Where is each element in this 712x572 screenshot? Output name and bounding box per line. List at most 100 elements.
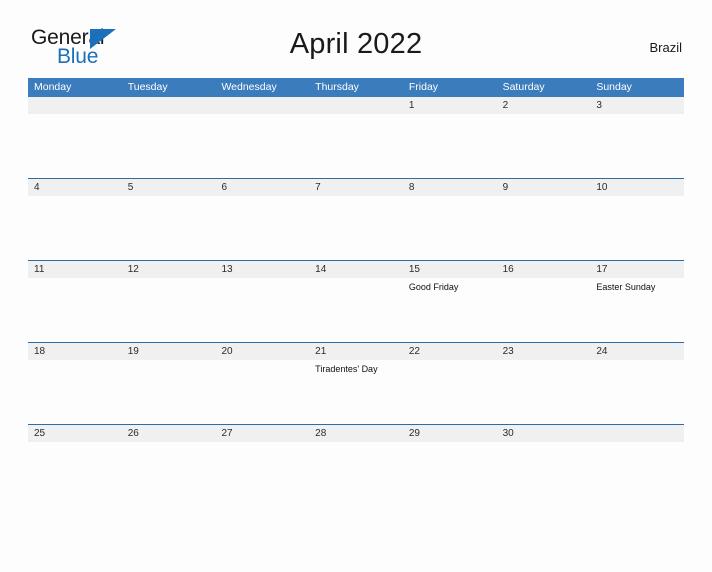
day-number-band: [590, 425, 685, 442]
day-number-band: [121, 97, 216, 114]
calendar-day-cell[interactable]: 16: [496, 261, 591, 342]
calendar-day-cell[interactable]: 21 Tiradentes' Day: [309, 343, 403, 424]
calendar-day-cell[interactable]: 26: [121, 425, 216, 506]
day-number: 27: [221, 428, 233, 439]
calendar-day-cell[interactable]: 11: [28, 261, 122, 342]
calendar-day-cell[interactable]: 9: [496, 179, 591, 260]
calendar-day-cell[interactable]: 3: [590, 97, 685, 178]
weekday-header-friday: Friday: [408, 81, 439, 93]
calendar-day-cell[interactable]: 17 Easter Sunday: [590, 261, 685, 342]
day-number: 24: [596, 346, 608, 357]
day-number-band: [28, 97, 122, 114]
calendar-day-cell[interactable]: 15 Good Friday: [402, 261, 497, 342]
day-number: 5: [127, 182, 134, 193]
weekday-header-tuesday: Tuesday: [127, 81, 168, 93]
day-event-label: Good Friday: [408, 282, 459, 292]
day-number: 3: [596, 100, 602, 111]
calendar-day-cell[interactable]: 22: [402, 343, 497, 424]
calendar-day-cell[interactable]: 8: [402, 179, 497, 260]
day-number: 13: [221, 264, 233, 275]
calendar-week: 4 5 6 7 8 9 10: [28, 178, 685, 260]
day-number: 1: [408, 100, 415, 111]
day-number-band: [496, 179, 591, 196]
day-number-band: [402, 97, 497, 114]
weekday-header-saturday: Saturday: [502, 81, 545, 93]
calendar-week: 18 19 20 21 Tiradentes' Day 22 23 24: [28, 342, 685, 424]
calendar-day-cell[interactable]: 24: [590, 343, 685, 424]
calendar-day-cell[interactable]: 30: [496, 425, 591, 506]
day-number-band: [309, 179, 403, 196]
day-number: 14: [315, 264, 327, 275]
calendar-day-cell[interactable]: 27: [215, 425, 310, 506]
week-row: 11 12 13 14 15 Good Friday 16 17 Easter Sunday: [28, 261, 685, 342]
day-number: 11: [34, 264, 45, 275]
calendar-day-cell[interactable]: 28: [309, 425, 403, 506]
day-number: 12: [127, 264, 139, 275]
weekday-header-thursday: Thursday: [315, 81, 359, 93]
calendar-day-cell-empty: [309, 97, 403, 178]
day-number-band: [496, 97, 591, 114]
week-row: 4 5 6 7 8 9 10: [28, 179, 685, 260]
calendar-day-cell[interactable]: 25: [28, 425, 122, 506]
week-row: 1 2 3: [28, 97, 685, 178]
day-number: 9: [502, 182, 509, 193]
calendar-day-cell[interactable]: 12: [121, 261, 216, 342]
day-number: 26: [127, 428, 139, 439]
calendar-day-cell[interactable]: 29: [402, 425, 497, 506]
day-number: 10: [596, 182, 608, 193]
weekday-header-row: Monday Tuesday Wednesday Thursday Friday Satu…: [28, 78, 684, 97]
day-number: 29: [408, 428, 420, 439]
day-number-band: [215, 97, 310, 114]
day-number: 16: [502, 264, 514, 275]
day-number-band: [402, 179, 497, 196]
day-number: 18: [34, 346, 46, 357]
calendar-day-cell[interactable]: 23: [496, 343, 591, 424]
day-number: 2: [502, 100, 509, 111]
calendar-day-cell[interactable]: 2: [496, 97, 591, 178]
calendar-day-cell[interactable]: 20: [215, 343, 310, 424]
calendar-week: 11 12 13 14 15 Good Friday 16 17 Easter Sunday: [28, 260, 685, 342]
calendar-day-cell[interactable]: 13: [215, 261, 310, 342]
calendar-day-cell[interactable]: 14: [309, 261, 403, 342]
calendar-day-cell[interactable]: 5: [121, 179, 216, 260]
calendar-day-cell-empty: [121, 97, 216, 178]
day-number: 23: [502, 346, 514, 357]
day-number-band: [28, 179, 122, 196]
calendar-page: General Blue April 2022 Brazil Monday Tue…: [0, 22, 712, 572]
day-number-band: [309, 97, 403, 114]
week-row: 18 19 20 21 Tiradentes' Day 22 23 24: [28, 343, 685, 424]
day-number: 22: [408, 346, 420, 357]
day-number: 30: [502, 428, 514, 439]
day-number: 17: [596, 264, 608, 275]
calendar-day-cell[interactable]: 7: [309, 179, 403, 260]
calendar-day-cell-empty: [215, 97, 310, 178]
day-number: 6: [221, 182, 227, 193]
calendar-weeks: 1 2 3 4 5 6 7 8 9 10 11 12 13 14 15 Good Friday 16 17 East…: [28, 97, 685, 506]
day-number: 15: [408, 264, 420, 275]
calendar-day-cell[interactable]: 4: [28, 179, 122, 260]
calendar-day-cell-empty: [28, 97, 122, 178]
day-number: 21: [315, 346, 327, 357]
calendar-week: 25 26 27 28 29 30: [28, 424, 685, 506]
day-number-band: [590, 97, 685, 114]
calendar-day-cell-empty: [590, 425, 685, 506]
calendar-day-cell[interactable]: 18: [28, 343, 122, 424]
week-row: 25 26 27 28 29 30: [28, 425, 685, 506]
country-label: Brazil: [649, 40, 682, 55]
calendar-week: 1 2 3: [28, 97, 685, 178]
weekday-header-monday: Monday: [34, 81, 72, 93]
calendar-day-cell[interactable]: 19: [121, 343, 216, 424]
day-number: 8: [408, 182, 415, 193]
day-number: 7: [315, 182, 321, 193]
day-number: 20: [221, 346, 233, 357]
day-number-band: [121, 179, 216, 196]
day-number-band: [215, 179, 310, 196]
weekday-header-sunday: Sunday: [596, 81, 632, 93]
day-event-label: Easter Sunday: [596, 282, 656, 292]
day-number: 25: [34, 428, 46, 439]
calendar-day-cell[interactable]: 6: [215, 179, 310, 260]
calendar-day-cell[interactable]: 10: [590, 179, 685, 260]
day-number: 4: [34, 182, 40, 193]
calendar-day-cell[interactable]: 1: [402, 97, 497, 178]
page-header: General Blue April 2022 Brazil: [28, 22, 684, 78]
